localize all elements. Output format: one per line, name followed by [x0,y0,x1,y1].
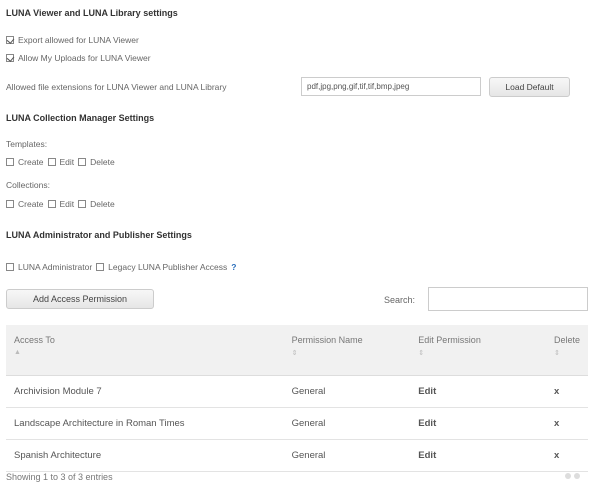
search-label: Search: [384,295,416,305]
help-icon[interactable]: ? [231,262,236,272]
admin-label: LUNA Administrator [18,262,93,272]
extensions-label: Allowed file extensions for LUNA Viewer … [6,82,227,92]
table-row: Archivision Module 7 General Edit x [6,375,588,408]
cell-access-to: Archivision Module 7 [6,375,284,408]
sort-both-icon: ⇕ [291,350,298,357]
export-checkbox[interactable] [6,36,14,44]
templates-edit-checkbox[interactable] [47,158,56,166]
collection-section-title: LUNA Collection Manager Settings [6,113,155,123]
cell-permission: General [283,407,411,440]
delete-icon[interactable]: x [545,375,588,408]
admin-checkbox[interactable] [6,263,14,271]
extensions-input[interactable]: pdf,jpg,png,gif,tif,tif,bmp,jpeg [301,77,481,96]
edit-link[interactable]: Edit [410,375,546,408]
admin-section-title: LUNA Administrator and Publisher Setting… [6,230,192,240]
pagination [565,473,580,479]
collections-create-label: Create [18,199,44,209]
cell-access-to: Landscape Architecture in Roman Times [6,407,284,440]
add-permission-button[interactable]: Add Access Permission [6,289,154,309]
permissions-table: Access To ▲ Permission Name ⇕ Edit Permi… [6,325,588,472]
col-edit-permission-label: Edit Permission [418,335,481,345]
delete-icon[interactable]: x [545,439,588,472]
load-default-button[interactable]: Load Default [489,77,570,97]
templates-edit-label: Edit [59,157,75,167]
col-delete-label: Delete [553,335,580,345]
sort-asc-icon: ▲ [14,349,21,356]
sort-both-icon: ⇕ [553,350,560,357]
col-header-edit-permission[interactable]: Edit Permission ⇕ [410,325,546,376]
table-header-row: Access To ▲ Permission Name ⇕ Edit Permi… [6,325,588,376]
col-header-delete[interactable]: Delete ⇕ [545,325,588,376]
collections-label: Collections: [6,180,50,190]
table-row: Spanish Architecture General Edit x [6,439,588,472]
edit-link[interactable]: Edit [410,407,546,440]
col-header-permission-name[interactable]: Permission Name ⇕ [283,325,411,376]
export-label: Export allowed for LUNA Viewer [18,35,139,45]
templates-permissions: Create Edit Delete [6,157,115,167]
templates-label: Templates: [6,139,48,149]
delete-icon[interactable]: x [545,407,588,440]
next-page-icon[interactable] [574,473,580,479]
templates-create-label: Create [18,157,44,167]
collections-edit-checkbox[interactable] [47,200,56,208]
templates-delete-checkbox[interactable] [78,158,87,166]
legacy-checkbox[interactable] [96,263,105,271]
export-option[interactable]: Export allowed for LUNA Viewer [6,35,139,45]
viewer-section-title: LUNA Viewer and LUNA Library settings [6,8,178,18]
cell-permission: General [283,375,411,408]
col-header-access-to[interactable]: Access To ▲ [6,325,284,376]
table-info: Showing 1 to 3 of 3 entries [6,472,113,482]
legacy-label: Legacy LUNA Publisher Access [108,262,228,272]
uploads-option[interactable]: Allow My Uploads for LUNA Viewer [6,53,151,63]
col-permission-name-label: Permission Name [291,335,363,345]
prev-page-icon[interactable] [565,473,571,479]
collections-create-checkbox[interactable] [6,200,14,208]
uploads-label: Allow My Uploads for LUNA Viewer [18,53,151,63]
collections-edit-label: Edit [59,199,75,209]
table-row: Landscape Architecture in Roman Times Ge… [6,407,588,440]
admin-permissions: LUNA Administrator Legacy LUNA Publisher… [6,262,236,272]
collections-delete-checkbox[interactable] [78,200,87,208]
cell-permission: General [283,439,411,472]
templates-delete-label: Delete [90,157,115,167]
cell-access-to: Spanish Architecture [6,439,284,472]
edit-link[interactable]: Edit [410,439,546,472]
collections-permissions: Create Edit Delete [6,199,115,209]
search-input[interactable] [428,287,588,311]
collections-delete-label: Delete [90,199,115,209]
sort-both-icon: ⇕ [418,350,425,357]
uploads-checkbox[interactable] [6,54,14,62]
col-access-to-label: Access To [14,335,55,345]
templates-create-checkbox[interactable] [6,158,14,166]
